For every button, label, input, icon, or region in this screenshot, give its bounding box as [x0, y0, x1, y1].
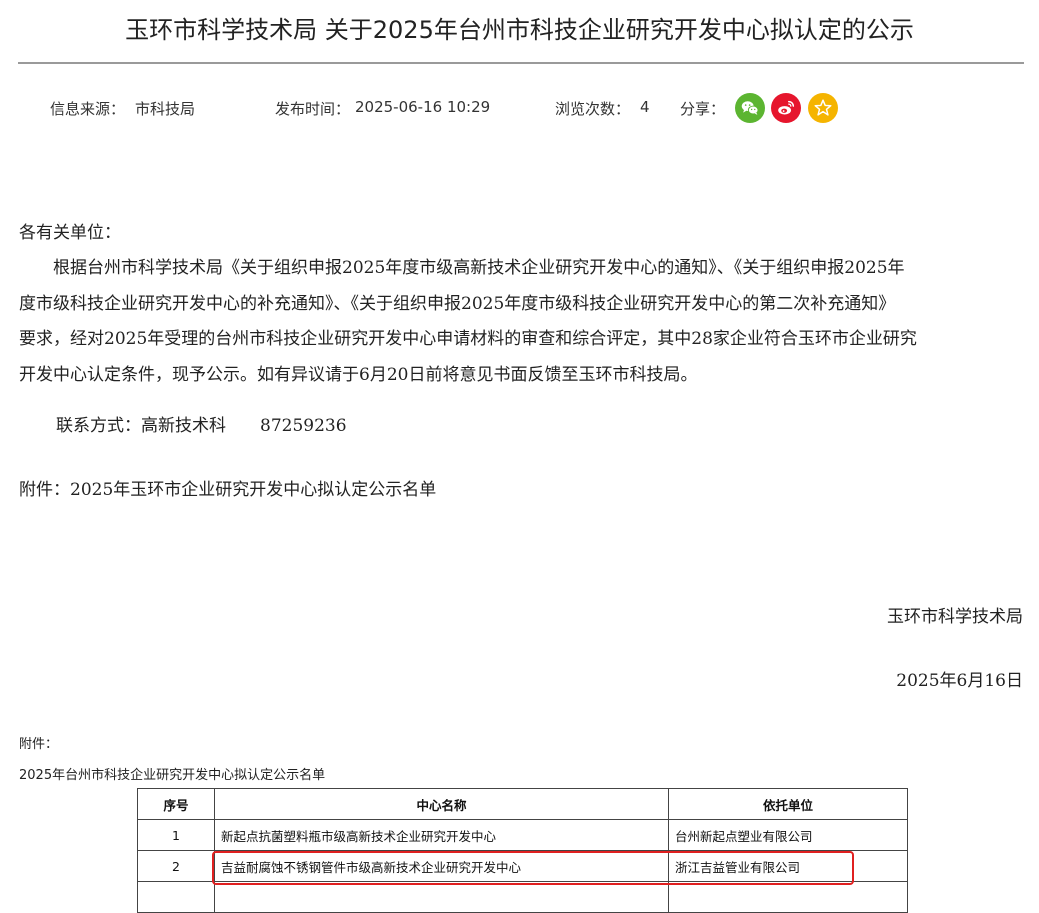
- appendix-table: 序号 中心名称 依托单位 1 新起点抗菌塑料瓶市级高新技术企业研究开发中心 台州…: [137, 788, 908, 913]
- paragraph-line: 度市级科技企业研究开发中心的补充通知》、《关于组织申报2025年度市级科技企业研…: [19, 293, 896, 314]
- row-index: 2: [137, 850, 215, 882]
- attachment-link[interactable]: 附件：2025年玉环市企业研究开发中心拟认定公示名单: [19, 475, 436, 500]
- paragraph-line: 根据台州市科学技术局《关于组织申报2025年度市级高新技术企业研究开发中心的通知…: [19, 258, 905, 278]
- weibo-share-button[interactable]: [771, 93, 801, 123]
- favorite-share-button[interactable]: [808, 93, 838, 123]
- header-center-name: 中心名称: [214, 788, 669, 820]
- publish-time-label: 发布时间：: [275, 100, 351, 118]
- row-index: 1: [137, 819, 215, 851]
- source-value: 市科技局: [135, 100, 196, 118]
- title-divider: [18, 62, 1024, 64]
- paragraph-line: 要求，经对2025年受理的台州市科技企业研究开发中心申请材料的审查和综合评定，其…: [19, 329, 917, 349]
- table-header-row: 序号 中心名称 依托单位: [137, 788, 908, 820]
- views-label: 浏览次数：: [555, 100, 631, 118]
- share-label: 分享：: [680, 100, 726, 118]
- row-center-name: 新起点抗菌塑料瓶市级高新技术企业研究开发中心: [214, 819, 669, 851]
- paragraph-line: 开发中心认定条件，现予公示。如有异议请于6月20日前将意见书面反馈至玉环市科技局…: [19, 364, 698, 385]
- signature: 玉环市科学技术局: [887, 607, 1023, 627]
- table-row: 2 吉益耐腐蚀不锈钢管件市级高新技术企业研究开发中心 浙江吉益管业有限公司: [137, 850, 908, 882]
- sign-date: 2025年6月16日: [896, 671, 1023, 691]
- page-title: 玉环市科学技术局 关于2025年台州市科技企业研究开发中心拟认定的公示: [125, 16, 914, 44]
- star-icon: [814, 99, 832, 116]
- row-center-name: 吉益耐腐蚀不锈钢管件市级高新技术企业研究开发中心: [214, 850, 669, 882]
- views-count: 4: [640, 98, 650, 116]
- publish-time-value: 2025-06-16 10:29: [355, 98, 491, 116]
- header-index: 序号: [137, 788, 215, 820]
- wechat-share-button[interactable]: [735, 93, 765, 123]
- appendix-list-title: 2025年台州市科技企业研究开发中心拟认定公示名单: [19, 768, 326, 783]
- notice-paragraph: 根据台州市科学技术局《关于组织申报2025年度市级高新技术企业研究开发中心的通知…: [19, 251, 1029, 393]
- table-row: [137, 881, 908, 913]
- weibo-icon: [778, 100, 795, 115]
- contact-info: 联系方式：高新技术科 87259236: [56, 416, 347, 436]
- table-row: 1 新起点抗菌塑料瓶市级高新技术企业研究开发中心 台州新起点塑业有限公司: [137, 819, 908, 851]
- row-host-unit: 台州新起点塑业有限公司: [668, 819, 908, 851]
- row-host-unit: 浙江吉益管业有限公司: [668, 850, 908, 882]
- salutation: 各有关单位：: [19, 223, 121, 243]
- wechat-icon: [741, 101, 759, 115]
- appendix-label: 附件：: [19, 737, 59, 752]
- source-label: 信息来源：: [50, 100, 126, 118]
- header-host-unit: 依托单位: [668, 788, 908, 820]
